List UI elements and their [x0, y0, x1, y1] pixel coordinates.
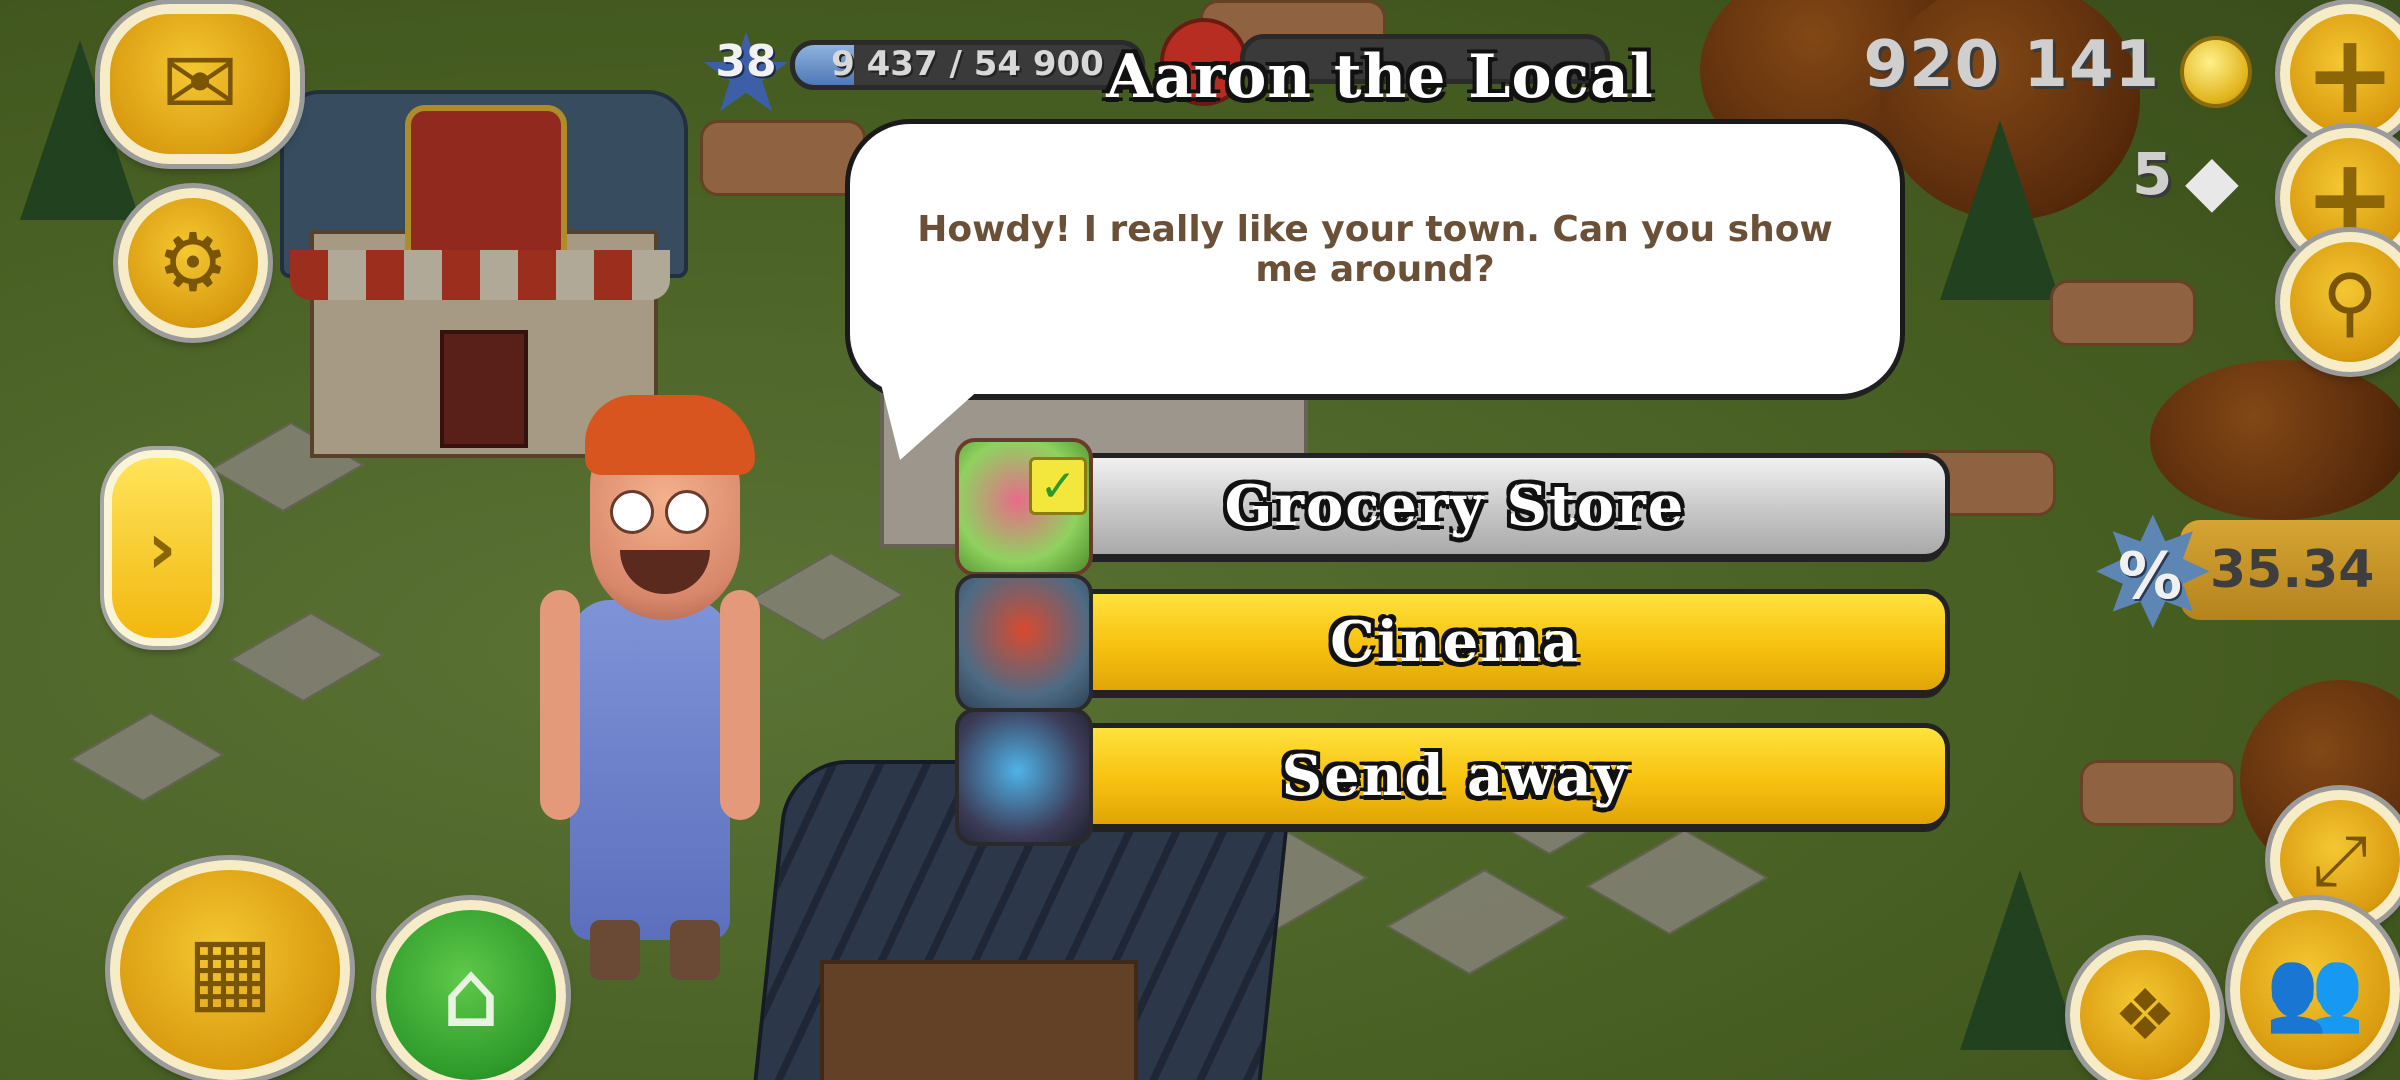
- diamond-icon: ◆: [2185, 139, 2239, 221]
- choice-cinema-button[interactable]: Cinema: [955, 574, 1945, 712]
- npc-hair: [585, 395, 755, 475]
- diamond-balance: 5: [2132, 140, 2173, 208]
- train-icon: [955, 708, 1093, 846]
- choice-label: Cinema: [1330, 609, 1580, 675]
- npc-arm: [720, 590, 760, 820]
- cash-register-button[interactable]: ▦: [110, 860, 350, 1080]
- choice-send-away-button[interactable]: Send away: [955, 708, 1945, 846]
- coin-icon: [2180, 36, 2252, 108]
- npc-message: Howdy! I really like your town. Can you …: [917, 209, 1833, 290]
- sale-percent-label: %: [2117, 540, 2183, 614]
- npc-eye: [665, 490, 709, 534]
- game-screen: ✉ ⚙ › ▦ ⌂ ★ 38 9 437 / 54 900 920 141 + …: [0, 0, 2400, 1080]
- choice-grocery-store-button[interactable]: ✓ Grocery Store: [955, 438, 1945, 576]
- grocery-store-icon: ✓: [955, 438, 1093, 576]
- home-button[interactable]: ⌂: [376, 900, 566, 1080]
- npc-eye: [610, 490, 654, 534]
- cards-icon: ❖: [2113, 974, 2177, 1056]
- npc-boot: [590, 920, 640, 980]
- choice-label: Grocery Store: [1224, 473, 1686, 539]
- cards-button[interactable]: ❖: [2070, 940, 2220, 1080]
- coin-balance: 920 141: [1863, 28, 2160, 102]
- npc-arm: [540, 590, 580, 820]
- gear-icon: ⚙: [157, 216, 229, 309]
- npc-overalls: [570, 600, 730, 940]
- npc-name: Aaron the Local: [1106, 42, 1654, 112]
- cash-register-icon: ▦: [186, 916, 274, 1023]
- chevron-right-icon: ›: [147, 506, 177, 590]
- mail-button[interactable]: ✉: [100, 4, 300, 164]
- player-level: 38: [715, 36, 777, 87]
- envelope-icon: ✉: [161, 30, 239, 137]
- friends-button[interactable]: 👥: [2230, 900, 2400, 1080]
- checkmark-icon: ✓: [1029, 457, 1087, 515]
- home-icon: ⌂: [441, 941, 501, 1048]
- npc-boot: [670, 920, 720, 980]
- people-icon: 👥: [2265, 943, 2365, 1036]
- plus-icon: +: [2303, 10, 2397, 138]
- cinema-icon: [955, 574, 1093, 712]
- settings-button[interactable]: ⚙: [118, 188, 268, 338]
- choice-label: Send away: [1281, 743, 1629, 809]
- side-panel-toggle[interactable]: ›: [104, 450, 220, 646]
- expand-icon: ⤢: [2312, 819, 2368, 901]
- sale-timer: 35.34: [2210, 540, 2375, 600]
- magnifier-icon: ⚲: [2322, 257, 2378, 346]
